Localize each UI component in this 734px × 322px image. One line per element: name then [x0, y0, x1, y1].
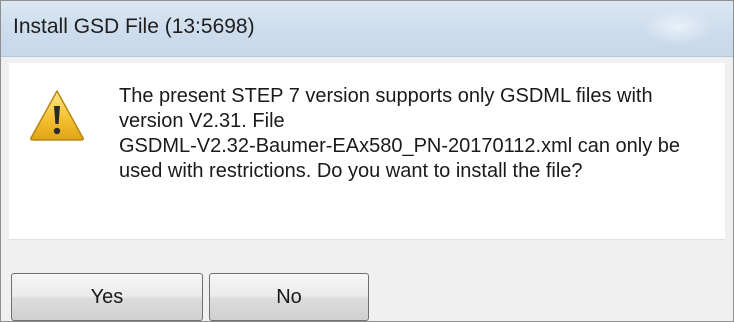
install-gsd-dialog: Install GSD File (13:5698) The present S… [0, 0, 734, 322]
title-bar-glare [643, 9, 713, 45]
button-area-divider [9, 239, 725, 240]
window-title: Install GSD File (13:5698) [13, 15, 255, 38]
dialog-message: The present STEP 7 version supports only… [119, 84, 719, 184]
no-button[interactable]: No [209, 273, 369, 321]
warning-icon [30, 90, 84, 141]
message-area: The present STEP 7 version supports only… [9, 63, 725, 239]
message-line: GSDML-V2.32-Baumer-EAx580_PN-20170112.xm… [119, 135, 681, 157]
title-bar[interactable]: Install GSD File (13:5698) [1, 1, 733, 57]
message-line: used with restrictions. Do you want to i… [119, 160, 583, 182]
message-line: The present STEP 7 version supports only… [119, 85, 653, 107]
yes-button[interactable]: Yes [11, 273, 203, 321]
message-line: version V2.31. File [119, 110, 285, 132]
